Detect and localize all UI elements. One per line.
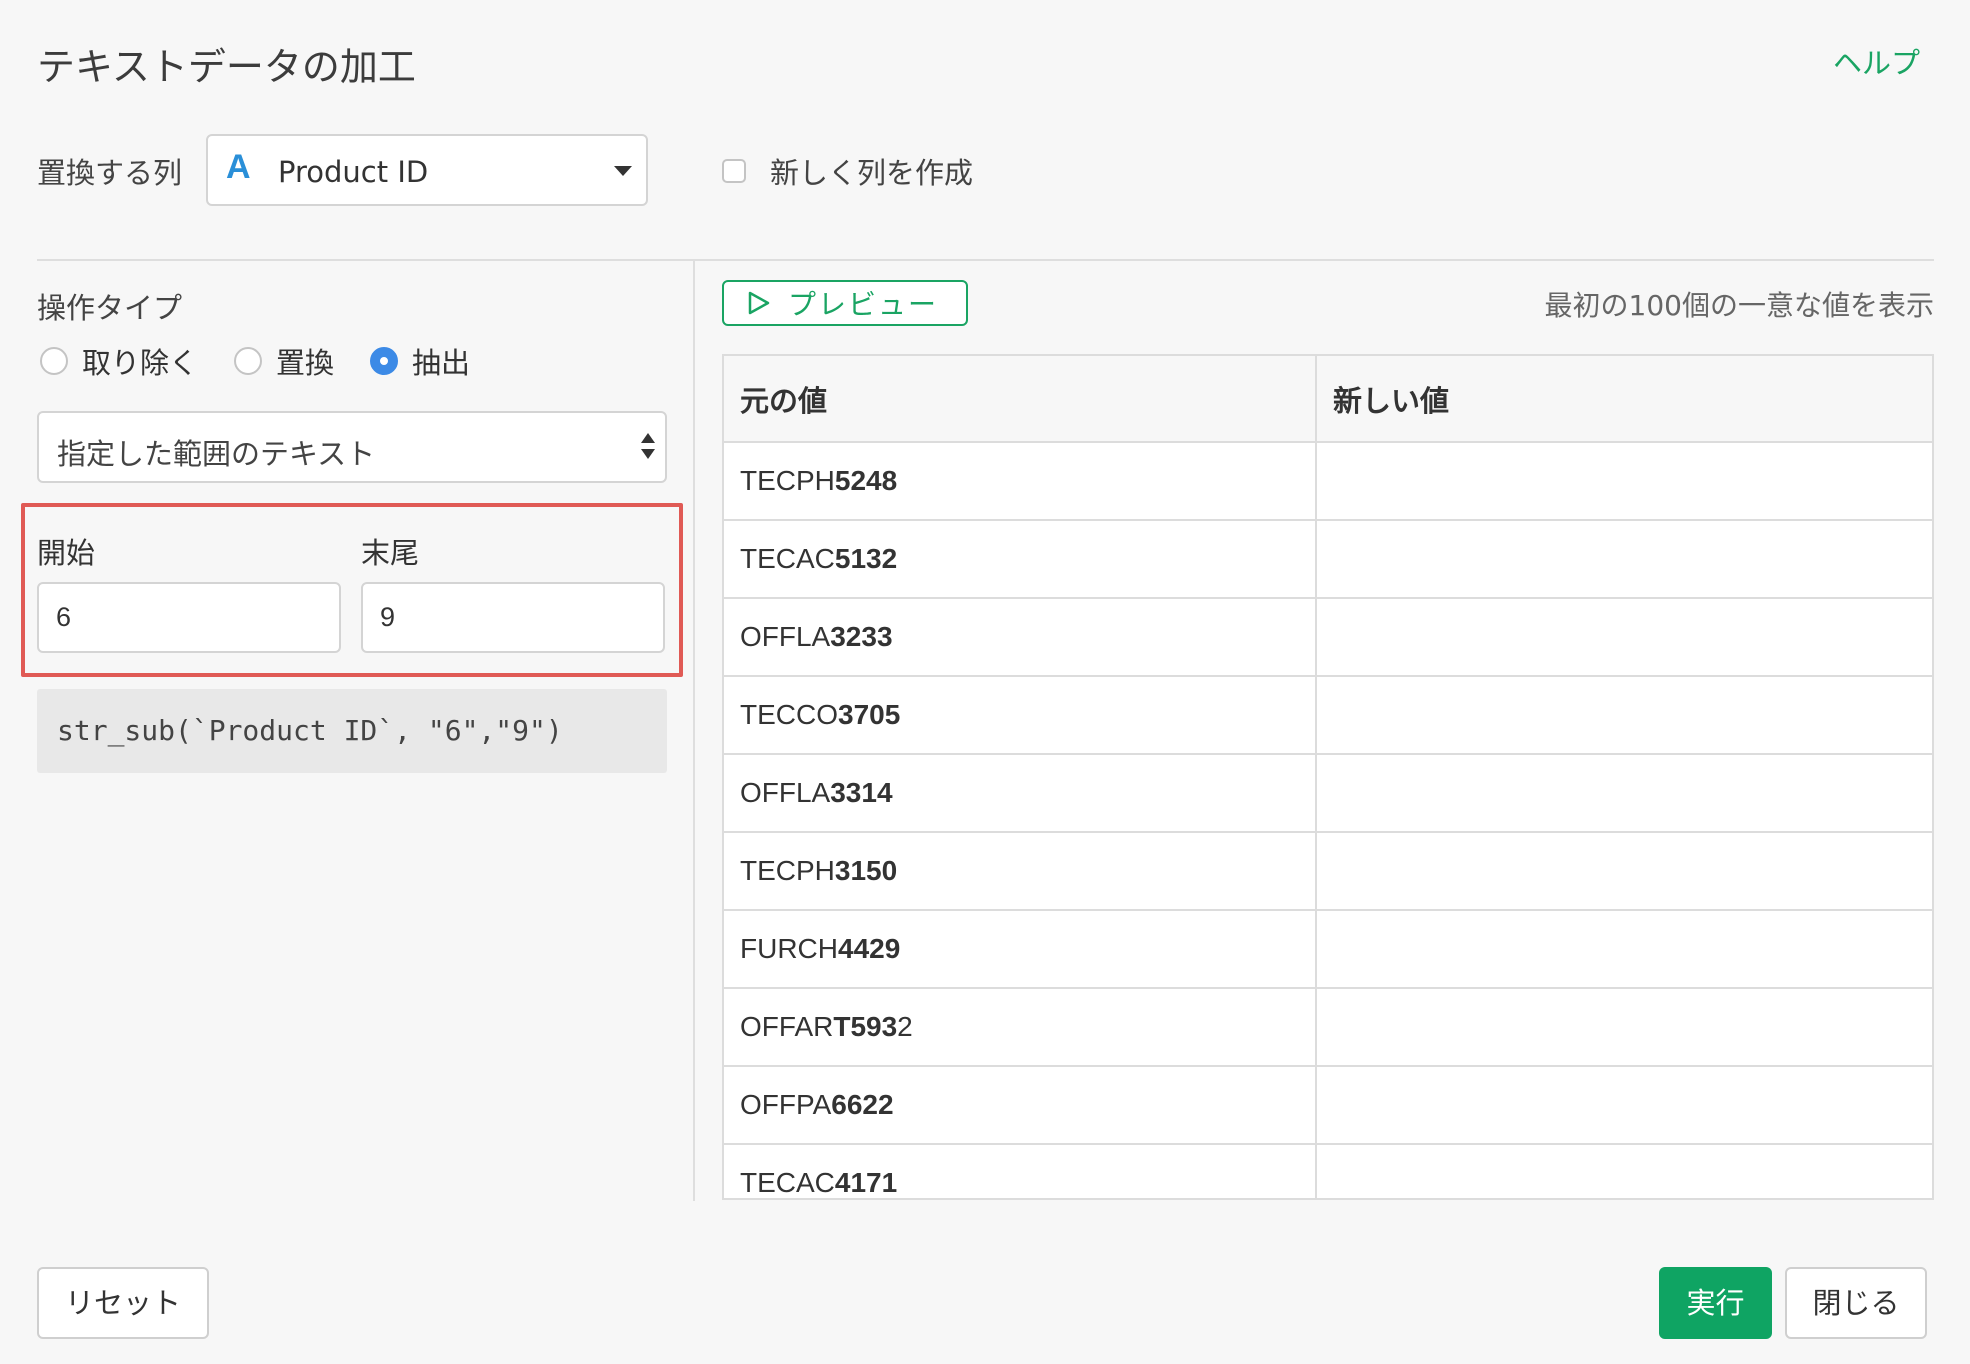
new-value-cell	[1316, 988, 1932, 1067]
new-column-label: 新しく列を作成	[770, 156, 974, 190]
divider	[693, 261, 695, 1201]
radio-button[interactable]	[40, 347, 68, 375]
radio-label: 置換	[276, 346, 335, 380]
column-header-original: 元の値	[724, 356, 1317, 443]
table-row: FURCH4429	[724, 910, 1932, 989]
operation-type-label: 操作タイプ	[37, 291, 183, 325]
close-button[interactable]: 閉じる	[1785, 1267, 1927, 1339]
original-value-prefix: TECPH	[740, 855, 835, 886]
radio-extract[interactable]: 抽出	[370, 340, 470, 382]
original-value-cell: TECPH5248	[724, 442, 1317, 521]
original-value-prefix: OFFPA	[740, 1089, 832, 1120]
target-column-value: Product ID	[278, 155, 429, 189]
chevron-down-icon	[614, 166, 632, 176]
new-value-cell	[1316, 910, 1932, 989]
up-down-arrows-icon	[641, 433, 655, 465]
end-label: 末尾	[361, 536, 420, 570]
reset-button[interactable]: リセット	[37, 1267, 209, 1339]
original-value-extracted: 6622	[831, 1089, 894, 1120]
preview-note: 最初の100個の一意な値を表示	[1544, 289, 1934, 322]
new-value-cell	[1316, 598, 1932, 677]
original-value-prefix: OFFAR	[740, 1011, 834, 1042]
preview-button-label: プレビュー	[788, 288, 939, 321]
new-value-cell	[1316, 442, 1932, 521]
dialog-title: テキストデータの加工	[37, 45, 416, 89]
operation-type-radio-group: 取り除く 置換 抽出	[40, 340, 506, 382]
text-processing-dialog: テキストデータの加工 ヘルプ 置換する列 A Product ID 新しく列を作…	[0, 0, 1970, 1364]
original-value-extracted: 4429	[838, 933, 901, 964]
radio-replace[interactable]: 置換	[234, 340, 334, 382]
original-value-cell: TECAC5132	[724, 520, 1317, 599]
table-row: OFFLA3233	[724, 598, 1932, 677]
original-value-prefix: FURCH	[740, 933, 838, 964]
target-column-label: 置換する列	[37, 156, 183, 190]
table-row: OFFLA3314	[724, 754, 1932, 833]
extract-mode-select[interactable]: 指定した範囲のテキスト	[37, 411, 667, 483]
original-value-cell: OFFLA3314	[724, 754, 1317, 833]
original-value-cell: OFFPA6622	[724, 1066, 1317, 1145]
original-value-prefix: TECAC	[740, 543, 835, 574]
table-row: TECPH5248	[724, 442, 1932, 521]
original-value-cell: OFFART5932	[724, 988, 1317, 1067]
start-input[interactable]: 6	[37, 582, 341, 653]
target-column-select[interactable]: A Product ID	[206, 134, 648, 206]
original-value-cell: OFFLA3233	[724, 598, 1317, 677]
generated-code: str_sub(`Product ID`, "6","9")	[37, 689, 667, 773]
original-value-cell: TECCO3705	[724, 676, 1317, 755]
original-value-extracted: 5132	[834, 543, 898, 574]
table-header-row: 元の値 新しい値	[724, 356, 1932, 443]
new-value-cell	[1316, 832, 1932, 911]
table-row: TECCO3705	[724, 676, 1932, 755]
new-value-cell	[1316, 676, 1932, 755]
table-row: OFFART5932	[724, 988, 1932, 1067]
original-value-prefix: OFFLA	[740, 777, 831, 808]
original-value-extracted: T593	[833, 1011, 898, 1042]
table-row: TECAC5132	[724, 520, 1932, 599]
original-value-prefix: OFFLA	[740, 621, 831, 652]
run-button[interactable]: 実行	[1659, 1267, 1772, 1339]
new-column-option[interactable]: 新しく列を作成	[722, 150, 973, 192]
radio-label: 抽出	[412, 346, 471, 380]
original-value-extracted: 3705	[838, 699, 901, 730]
end-input[interactable]: 9	[361, 582, 665, 653]
original-value-extracted: 3233	[830, 621, 893, 652]
original-value-extracted: 4171	[834, 1167, 898, 1198]
new-value-cell	[1316, 520, 1932, 599]
original-value-suffix: 2	[897, 1011, 913, 1042]
original-value-extracted: 3314	[830, 777, 893, 808]
radio-button[interactable]	[234, 347, 263, 375]
column-header-new: 新しい値	[1316, 356, 1932, 443]
preview-button[interactable]: プレビュー	[722, 280, 968, 326]
start-label: 開始	[37, 536, 96, 570]
radio-button-selected[interactable]	[370, 347, 399, 375]
new-value-cell	[1316, 754, 1932, 833]
help-link[interactable]: ヘルプ	[1833, 40, 1920, 82]
original-value-prefix: TECPH	[740, 465, 835, 496]
play-icon	[748, 291, 770, 315]
preview-table: 元の値 新しい値 TECPH5248 TECAC5132 OFFLA3233 TECC…	[722, 354, 1934, 1200]
radio-label: 取り除く	[82, 346, 199, 380]
original-value-extracted: 3150	[834, 855, 898, 886]
divider	[37, 259, 1934, 261]
original-value-cell: FURCH4429	[724, 910, 1317, 989]
table-row: TECAC4171	[724, 1144, 1932, 1198]
original-value-cell: TECAC4171	[724, 1144, 1317, 1198]
table-row: TECPH3150	[724, 832, 1932, 911]
original-value-prefix: TECAC	[740, 1167, 835, 1198]
new-value-cell	[1316, 1066, 1932, 1145]
new-column-checkbox[interactable]	[722, 159, 746, 183]
original-value-extracted: 5248	[834, 465, 898, 496]
new-value-cell	[1316, 1144, 1932, 1198]
table-row: OFFPA6622	[724, 1066, 1932, 1145]
text-type-icon: A	[226, 148, 251, 186]
original-value-prefix: TECCO	[740, 699, 838, 730]
radio-remove[interactable]: 取り除く	[40, 340, 198, 382]
original-value-cell: TECPH3150	[724, 832, 1317, 911]
extract-mode-value: 指定した範囲のテキスト	[57, 437, 376, 471]
